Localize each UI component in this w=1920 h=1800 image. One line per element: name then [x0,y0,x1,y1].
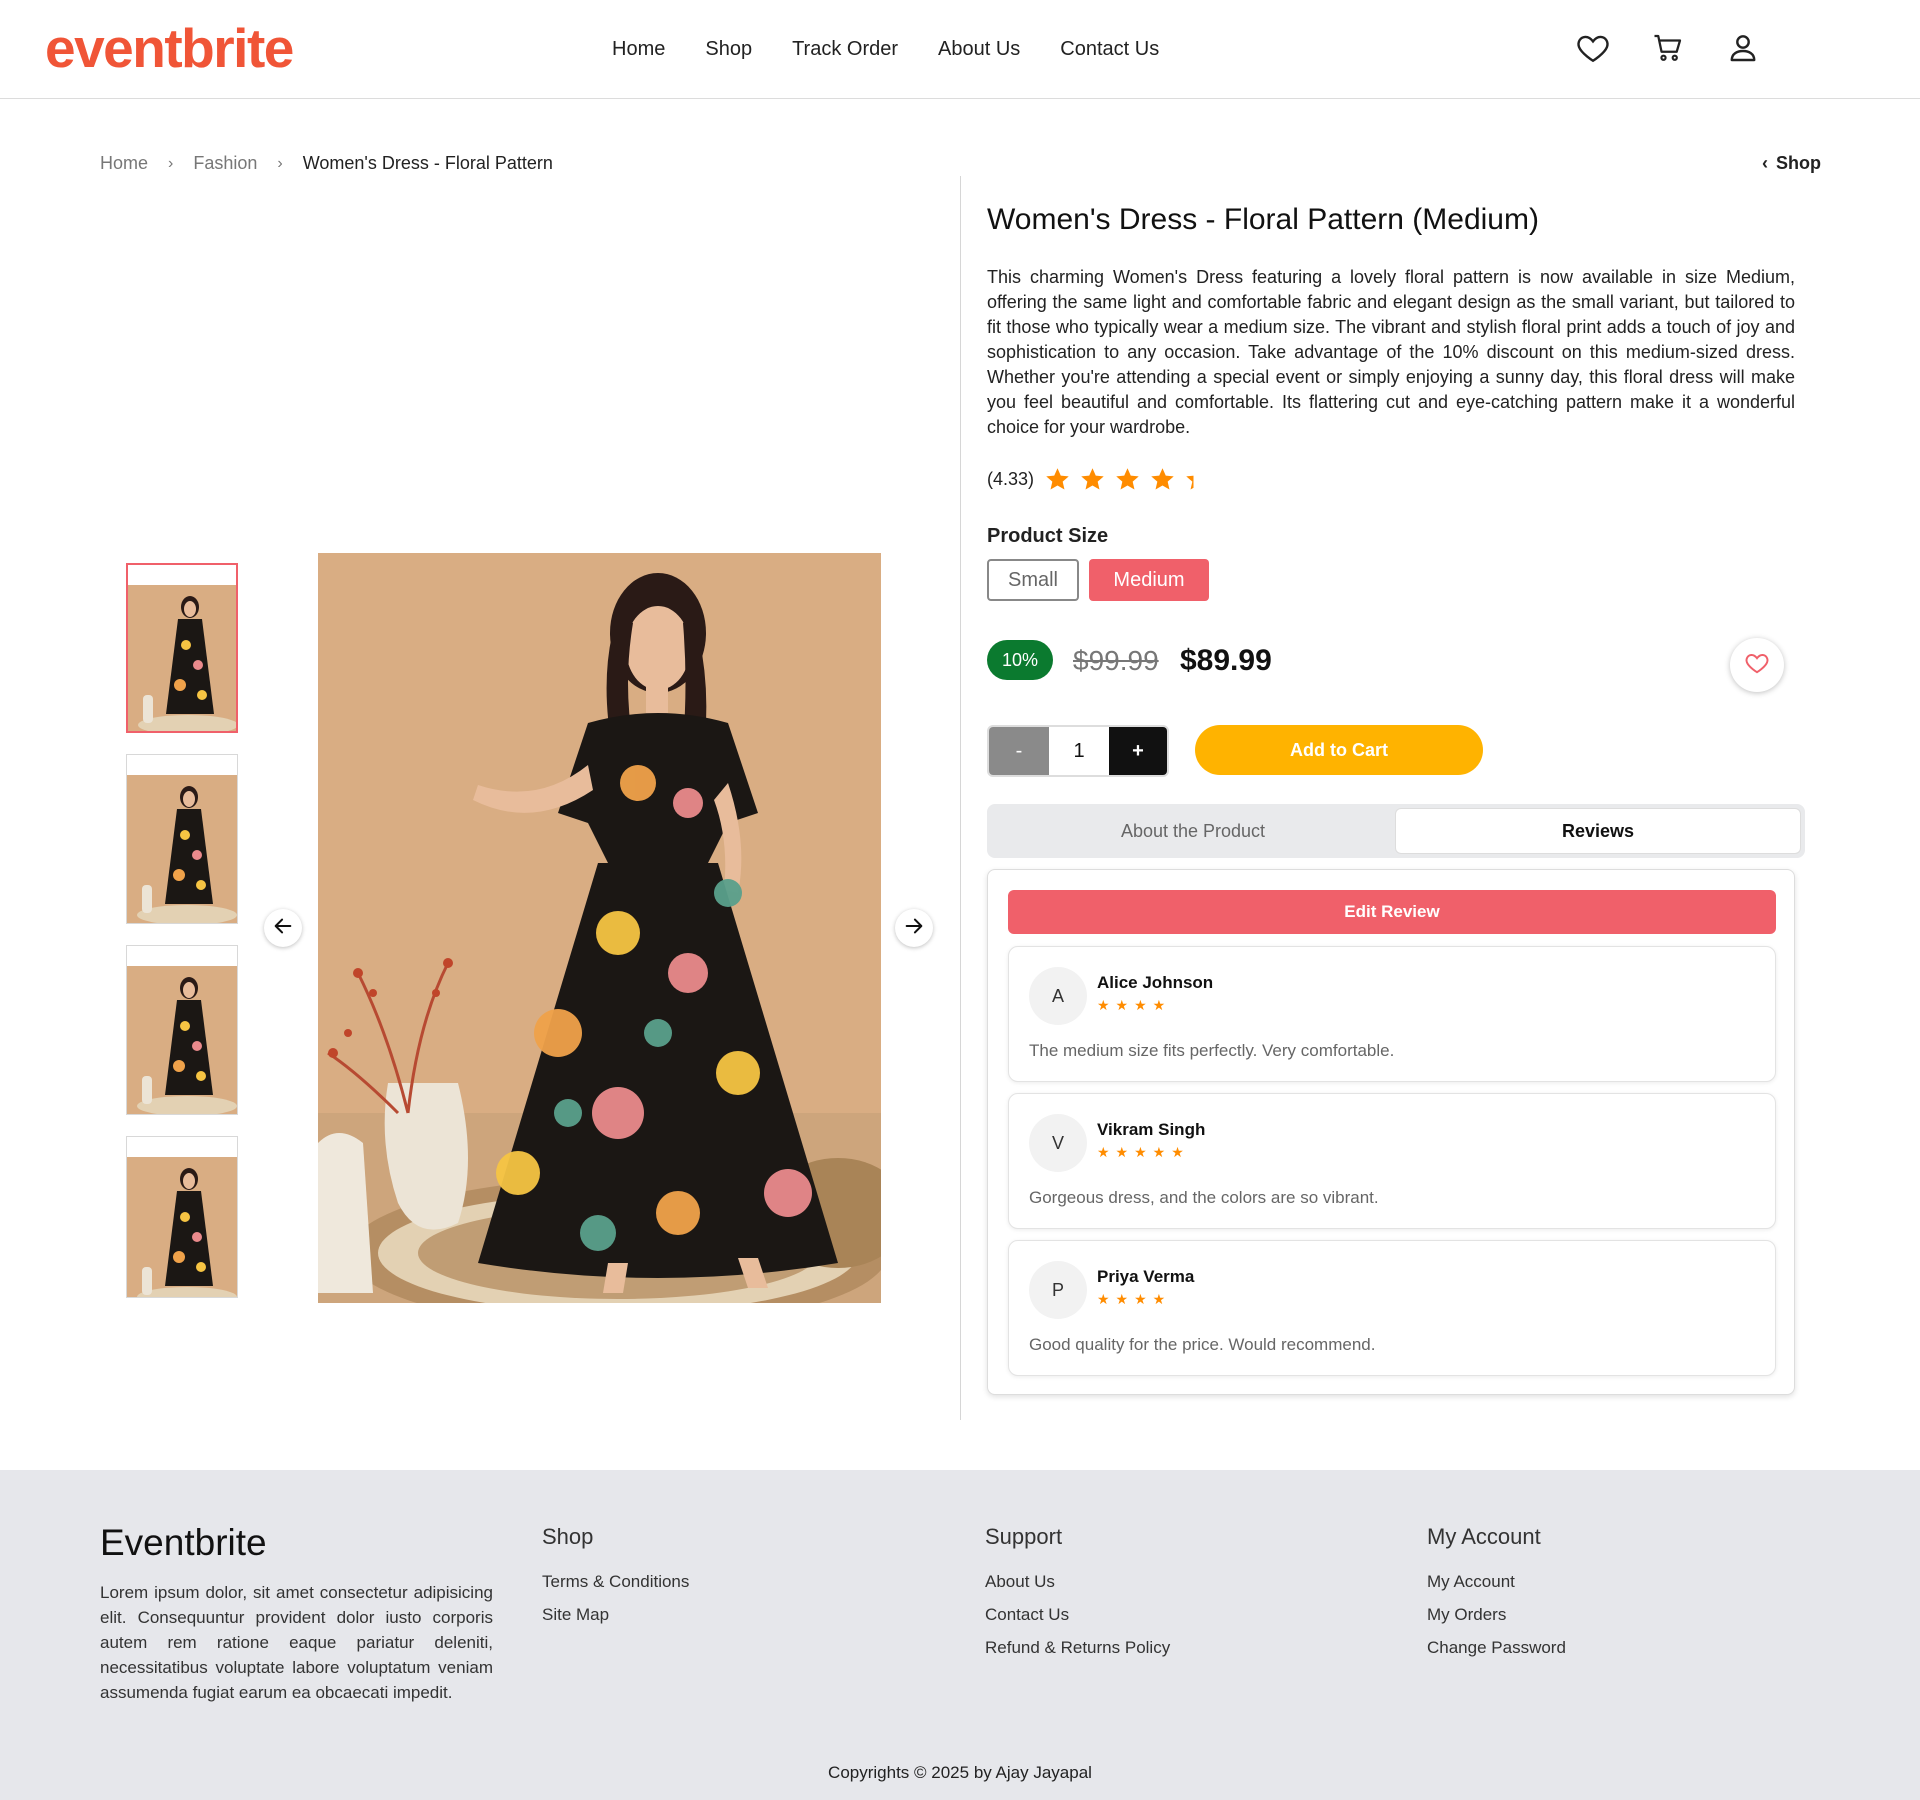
avatar: V [1029,1114,1087,1172]
star-icon [1116,468,1139,490]
thumbnail-image[interactable] [126,754,238,924]
site-header: eventbrite Home Shop Track Order About U… [0,0,1920,99]
reviewer-name: Vikram Singh [1097,1120,1206,1139]
breadcrumb: Home › Fashion › Women's Dress - Floral … [100,153,553,174]
copyright-text: Copyrights © 2025 by Ajay Jayapal [828,1763,1092,1782]
decrease-quantity-button[interactable]: - [989,727,1049,775]
footer-link-change-password[interactable]: Change Password [1427,1638,1566,1658]
tab-reviews[interactable]: Reviews [1395,808,1801,854]
footer-brand: Eventbrite [100,1522,267,1563]
thumbnail-image[interactable] [126,563,238,733]
chevron-right-icon: › [168,154,174,172]
footer-about-text: Lorem ipsum dolor, sit amet consectetur … [100,1583,493,1702]
footer-link-refund[interactable]: Refund & Returns Policy [985,1638,1170,1658]
star-icon [1186,468,1209,490]
reviews-panel: Edit Review A Alice Johnson ★★★★ The med… [987,869,1795,1395]
prev-image-button[interactable] [264,909,302,947]
heart-icon[interactable] [1575,30,1611,66]
footer-shop-column: Shop Terms & Conditions Site Map [542,1524,689,1638]
original-price: $99.99 [1073,645,1159,676]
product-tabs: About the Product Reviews [987,804,1805,858]
quantity-value[interactable]: 1 [1049,727,1109,775]
rating-value: (4.33) [987,469,1035,489]
reviewer-name: Alice Johnson [1097,973,1214,992]
review-card: P Priya Verma ★★★★ Good quality for the … [1008,1240,1776,1376]
discount-badge: 10% [987,640,1053,680]
avatar: P [1029,1261,1087,1319]
footer-shop-heading: Shop [542,1524,594,1549]
size-label: Product Size [987,525,1109,547]
add-to-wishlist-button[interactable] [1730,638,1784,692]
site-footer: Eventbrite Lorem ipsum dolor, sit amet c… [0,1470,1920,1800]
footer-support-heading: Support [985,1524,1063,1549]
back-to-shop-link[interactable]: ‹ Shop [1762,153,1821,174]
chevron-right-icon: › [277,154,283,172]
star-icon [1046,468,1069,490]
chevron-left-icon: ‹ [1762,153,1768,173]
review-stars: ★★★★ [1097,1291,1172,1307]
star-icon [1151,468,1174,490]
footer-support-column: Support About Us Contact Us Refund & Ret… [985,1524,1170,1671]
product-description: This charming Women's Dress featuring a … [987,267,1795,437]
cart-icon[interactable] [1650,30,1686,66]
thumbnail-image[interactable] [126,1136,238,1298]
nav-shop[interactable]: Shop [705,38,752,61]
increase-quantity-button[interactable]: + [1109,727,1167,775]
breadcrumb-fashion[interactable]: Fashion [193,153,257,174]
back-shop-label: Shop [1776,153,1821,173]
star-icon [1081,468,1104,490]
footer-account-heading: My Account [1427,1524,1541,1549]
footer-link-terms[interactable]: Terms & Conditions [542,1572,689,1592]
footer-link-about[interactable]: About Us [985,1572,1170,1592]
brand-logo[interactable]: eventbrite [45,16,294,80]
edit-review-button[interactable]: Edit Review [1008,890,1776,934]
reviewer-name: Priya Verma [1097,1267,1195,1286]
review-text: Good quality for the price. Would recomm… [1029,1335,1376,1354]
size-medium-button[interactable]: Medium [1089,559,1209,601]
review-card: V Vikram Singh ★★★★★ Gorgeous dress, and… [1008,1093,1776,1229]
product-title: Women's Dress - Floral Pattern (Medium) [987,203,1539,236]
nav-contact-us[interactable]: Contact Us [1060,38,1159,61]
user-icon[interactable] [1725,30,1761,66]
arrow-right-icon [903,915,925,942]
review-text: The medium size fits perfectly. Very com… [1029,1041,1395,1060]
footer-link-contact[interactable]: Contact Us [985,1605,1170,1625]
heart-icon [1744,650,1770,681]
breadcrumb-home[interactable]: Home [100,153,148,174]
sale-price: $89.99 [1180,644,1272,677]
nav-home[interactable]: Home [612,38,665,61]
tab-about-product[interactable]: About the Product [991,808,1395,854]
nav-track-order[interactable]: Track Order [792,38,898,61]
review-stars: ★★★★ [1097,997,1172,1013]
add-to-cart-button[interactable]: Add to Cart [1195,725,1483,775]
column-divider [960,176,961,1420]
product-rating: (4.33) [987,466,1211,493]
review-stars: ★★★★★ [1097,1144,1190,1160]
nav-about-us[interactable]: About Us [938,38,1020,61]
review-text: Gorgeous dress, and the colors are so vi… [1029,1188,1379,1207]
footer-link-my-orders[interactable]: My Orders [1427,1605,1566,1625]
main-nav: Home Shop Track Order About Us Contact U… [612,38,1159,61]
main-product-image [318,553,881,1303]
arrow-left-icon [272,915,294,942]
footer-link-my-account[interactable]: My Account [1427,1572,1566,1592]
review-card: A Alice Johnson ★★★★ The medium size fit… [1008,946,1776,1082]
thumbnail-image[interactable] [126,945,238,1115]
next-image-button[interactable] [895,909,933,947]
footer-account-column: My Account My Account My Orders Change P… [1427,1524,1566,1671]
rating-stars [1044,466,1211,493]
size-small-button[interactable]: Small [987,559,1079,601]
avatar: A [1029,967,1087,1025]
footer-link-sitemap[interactable]: Site Map [542,1605,689,1625]
quantity-stepper: - 1 + [987,725,1169,777]
breadcrumb-current: Women's Dress - Floral Pattern [302,153,553,173]
